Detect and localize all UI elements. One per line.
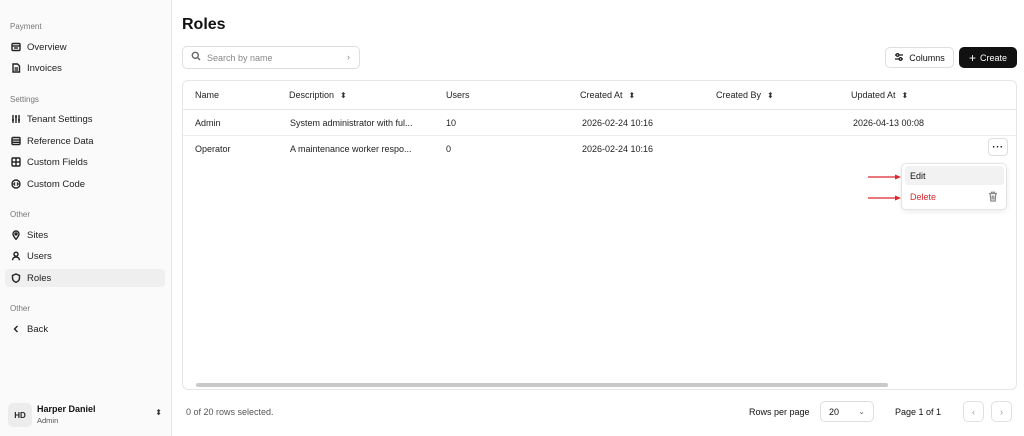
sidebar-item-label: Overview	[27, 41, 67, 53]
sidebar-item-custom-code[interactable]: Custom Code	[5, 175, 165, 193]
cell-users: 10	[446, 118, 457, 128]
rows-per-page-value: 20	[829, 406, 840, 417]
user-name: Harper Daniel	[37, 404, 96, 414]
sidebar-item-label: Users	[27, 250, 52, 262]
sidebar-item-sites[interactable]: Sites	[5, 226, 165, 244]
sidebar-item-label: Invoices	[27, 62, 62, 74]
roles-table: Name Description ⬍ Users Created At ⬍ Crea…	[182, 80, 1017, 390]
column-header-description[interactable]: Description ⬍	[289, 90, 347, 100]
columns-button-label: Columns	[909, 52, 945, 63]
sidebar-item-label: Sites	[27, 229, 49, 241]
cell-name: Admin	[195, 118, 221, 128]
table-row[interactable]: Admin System administrator with ful... 1…	[183, 110, 1016, 136]
cell-users: 0	[446, 144, 452, 154]
chevron-left-icon: ‹	[972, 406, 975, 417]
row-actions-button[interactable]: ···	[988, 138, 1008, 156]
sidebar-item-overview[interactable]: Overview	[5, 38, 165, 56]
chevron-down-icon: ⌄	[858, 407, 865, 416]
previous-page-button[interactable]: ‹	[963, 401, 984, 422]
sort-icon: ⬍	[340, 90, 347, 100]
create-button[interactable]: + Create	[959, 47, 1017, 68]
grid-icon	[11, 157, 21, 167]
cell-description: A maintenance worker respo...	[290, 144, 412, 154]
code-icon	[11, 179, 21, 189]
column-header-updated-at[interactable]: Updated At ⬍	[851, 90, 908, 100]
menu-item-delete[interactable]: Delete	[905, 187, 1004, 206]
search-icon	[191, 51, 201, 64]
invoice-icon	[11, 63, 21, 73]
cell-updated-at: 2026-04-13 00:08	[853, 118, 925, 128]
sort-icon: ⬍	[767, 90, 774, 100]
header-actions-placeholder	[988, 89, 1008, 97]
sliders-icon	[11, 114, 21, 124]
plus-icon: +	[968, 50, 976, 65]
next-page-button[interactable]: ›	[991, 401, 1012, 422]
sidebar-item-label: Reference Data	[27, 135, 94, 147]
sidebar-item-label: Custom Code	[27, 178, 86, 190]
sidebar-item-label: Roles	[27, 272, 52, 284]
sidebar-item-invoices[interactable]: Invoices	[5, 59, 165, 77]
shield-icon	[11, 273, 21, 283]
section-label-other: Other	[10, 210, 31, 219]
sidebar-item-tenant-settings[interactable]: Tenant Settings	[5, 110, 165, 128]
sidebar-item-custom-fields[interactable]: Custom Fields	[5, 153, 165, 171]
search-box[interactable]: ›	[182, 46, 360, 69]
sidebar-item-label: Custom Fields	[27, 156, 88, 168]
columns-button[interactable]: Columns	[885, 47, 954, 68]
chevron-left-icon	[11, 324, 21, 334]
sort-icon: ⬍	[901, 90, 909, 100]
annotation-arrow	[868, 193, 902, 201]
chevron-right-icon: ›	[347, 52, 350, 62]
sidebar-item-users[interactable]: Users	[5, 247, 165, 265]
map-pin-icon	[11, 230, 21, 240]
cell-description: System administrator with ful...	[290, 118, 413, 128]
sidebar-item-back[interactable]: Back	[5, 320, 165, 338]
overview-icon	[11, 42, 21, 52]
menu-item-label: Delete	[910, 191, 937, 202]
cell-created-at: 2026-02-24 10:16	[582, 118, 654, 128]
rows-per-page-label: Rows per page	[749, 407, 810, 417]
annotation-arrow	[868, 172, 902, 180]
horizontal-scrollbar[interactable]	[196, 383, 888, 387]
trash-icon	[988, 191, 998, 204]
column-header-users[interactable]: Users	[446, 90, 470, 100]
user-role: Admin	[37, 416, 59, 425]
database-icon	[11, 136, 21, 146]
chevron-up-down-icon: ⬍	[155, 408, 162, 417]
chevron-right-icon: ›	[1000, 406, 1003, 417]
create-button-label: Create	[980, 52, 1008, 63]
cell-name: Operator	[195, 144, 231, 154]
menu-item-edit[interactable]: Edit	[905, 166, 1004, 185]
sidebar: Payment Overview Invoices Settings Tenan…	[0, 0, 172, 436]
avatar: HD	[8, 403, 32, 427]
table-row[interactable]: Operator A maintenance worker respo... 0…	[183, 136, 1016, 162]
cell-created-at: 2026-02-24 10:16	[582, 144, 654, 154]
row-actions-menu: Edit Delete	[901, 163, 1007, 210]
columns-icon	[894, 52, 909, 64]
section-label-other: Other	[10, 304, 31, 313]
section-label-payment: Payment	[10, 22, 42, 31]
user-icon	[11, 251, 21, 261]
sidebar-item-label: Tenant Settings	[27, 113, 93, 125]
user-menu[interactable]: HD Harper Daniel Admin ⬍	[8, 400, 166, 430]
sort-icon: ⬍	[628, 90, 636, 100]
sidebar-item-label: Back	[27, 323, 49, 335]
column-header-created-by[interactable]: Created By ⬍	[716, 90, 774, 100]
search-input[interactable]	[207, 52, 337, 63]
sidebar-item-reference-data[interactable]: Reference Data	[5, 132, 165, 150]
menu-item-label: Edit	[910, 170, 926, 181]
column-header-name[interactable]: Name	[195, 90, 219, 100]
column-header-created-at[interactable]: Created At ⬍	[580, 90, 635, 100]
page-info: Page 1 of 1	[895, 407, 942, 417]
section-label-settings: Settings	[10, 95, 39, 104]
sidebar-item-roles[interactable]: Roles	[5, 269, 165, 287]
rows-per-page-select[interactable]: 20 ⌄	[820, 401, 874, 422]
page-title: Roles	[182, 16, 226, 33]
selection-status: 0 of 20 rows selected.	[186, 407, 274, 417]
